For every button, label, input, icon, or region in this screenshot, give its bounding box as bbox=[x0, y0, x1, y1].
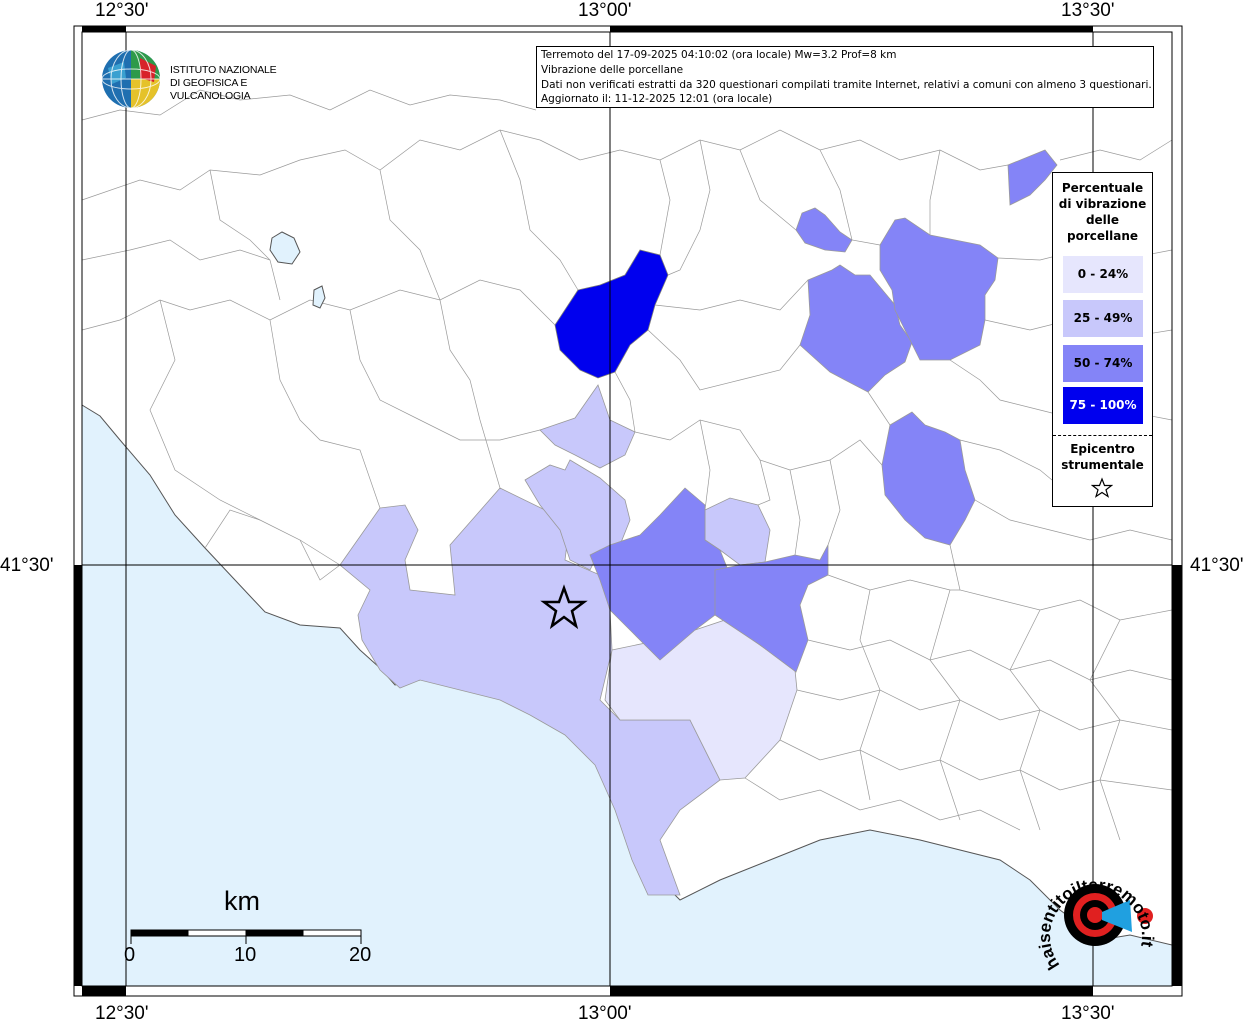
scale-tick-20: 20 bbox=[349, 944, 372, 966]
ingv-logo: ISTITUTO NAZIONALE DI GEOFISICA E VULCAN… bbox=[100, 48, 320, 110]
legend-class-1: 0 - 24% bbox=[1063, 256, 1143, 293]
coord-bottom-2: 13°00' bbox=[578, 1003, 632, 1024]
logo-line-2: DI GEOFISICA E VULCANOLOGIA bbox=[170, 77, 251, 102]
legend-title: Percentuale di vibrazione delle porcella… bbox=[1058, 181, 1147, 243]
scale-tick-10: 10 bbox=[234, 944, 257, 966]
legend-class-3: 50 - 74% bbox=[1063, 345, 1143, 382]
data-note-line: Dati non verificati estratti da 320 ques… bbox=[541, 78, 1152, 91]
coord-left: 41°30' bbox=[0, 555, 54, 576]
legend-separator bbox=[1053, 435, 1152, 436]
scale-tick-0: 0 bbox=[124, 944, 136, 966]
coord-top-2: 13°00' bbox=[578, 0, 632, 21]
parameter-line: Vibrazione delle porcellane bbox=[541, 63, 684, 76]
intensity-map: haisentitoilterremoto.it bbox=[73, 25, 1183, 997]
coord-top-3: 13°30' bbox=[1061, 0, 1115, 21]
coord-bottom-1: 12°30' bbox=[95, 1003, 149, 1024]
legend-class-4: 75 - 100% bbox=[1063, 387, 1143, 424]
legend-class-2: 25 - 49% bbox=[1063, 300, 1143, 337]
updated-line: Aggiornato il: 11-12-2025 12:01 (ora loc… bbox=[541, 93, 773, 106]
globe-logo-icon bbox=[101, 49, 161, 109]
epicenter-legend-label: Epicentro strumentale bbox=[1061, 442, 1144, 472]
logo-line-1: ISTITUTO NAZIONALE bbox=[170, 64, 277, 76]
event-info-box: Terremoto del 17-09-2025 04:10:02 (ora l… bbox=[536, 46, 1154, 108]
event-line: Terremoto del 17-09-2025 04:10:02 (ora l… bbox=[541, 49, 897, 61]
coord-right: 41°30' bbox=[1190, 555, 1244, 576]
scale-unit: km bbox=[224, 886, 260, 916]
coord-top-1: 12°30' bbox=[95, 0, 149, 21]
legend: Percentuale di vibrazione delle porcella… bbox=[1052, 172, 1153, 507]
star-icon bbox=[1091, 477, 1113, 498]
coord-bottom-3: 13°30' bbox=[1061, 1003, 1115, 1024]
